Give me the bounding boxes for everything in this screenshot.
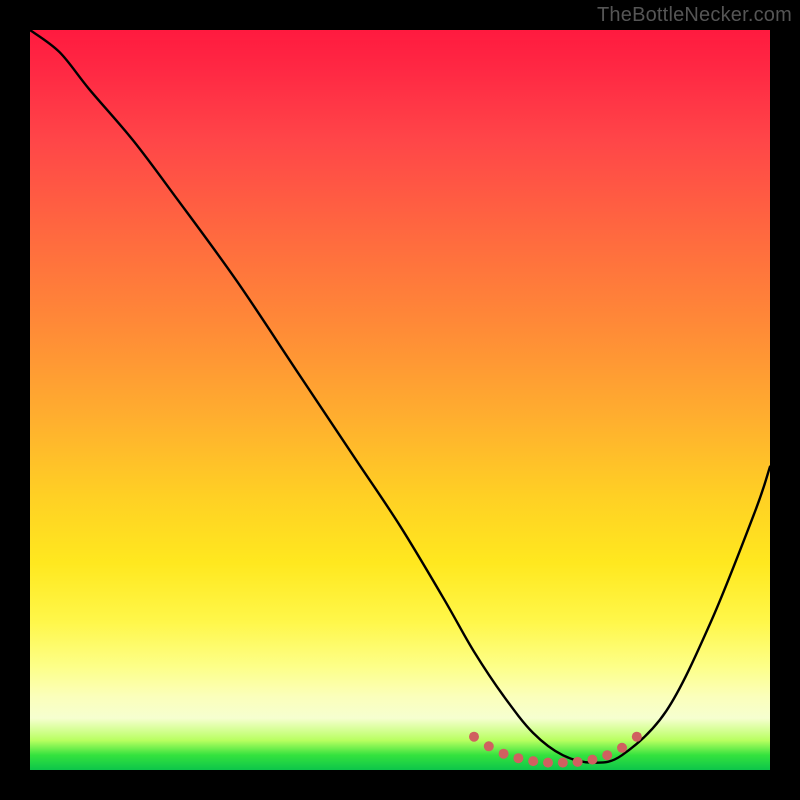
highlight-dot xyxy=(558,758,568,768)
highlight-dot xyxy=(602,750,612,760)
highlight-dot xyxy=(469,732,479,742)
plot-area xyxy=(30,30,770,770)
highlight-dots xyxy=(30,30,770,770)
chart-frame: TheBottleNecker.com xyxy=(0,0,800,800)
highlight-dot xyxy=(513,753,523,763)
highlight-dot xyxy=(484,741,494,751)
highlight-dot xyxy=(617,743,627,753)
highlight-dot xyxy=(587,755,597,765)
highlight-dot xyxy=(528,756,538,766)
highlight-dot xyxy=(632,732,642,742)
highlight-dot xyxy=(543,758,553,768)
highlight-dot xyxy=(499,749,509,759)
watermark-text: TheBottleNecker.com xyxy=(597,4,792,27)
highlight-dot xyxy=(573,757,583,767)
